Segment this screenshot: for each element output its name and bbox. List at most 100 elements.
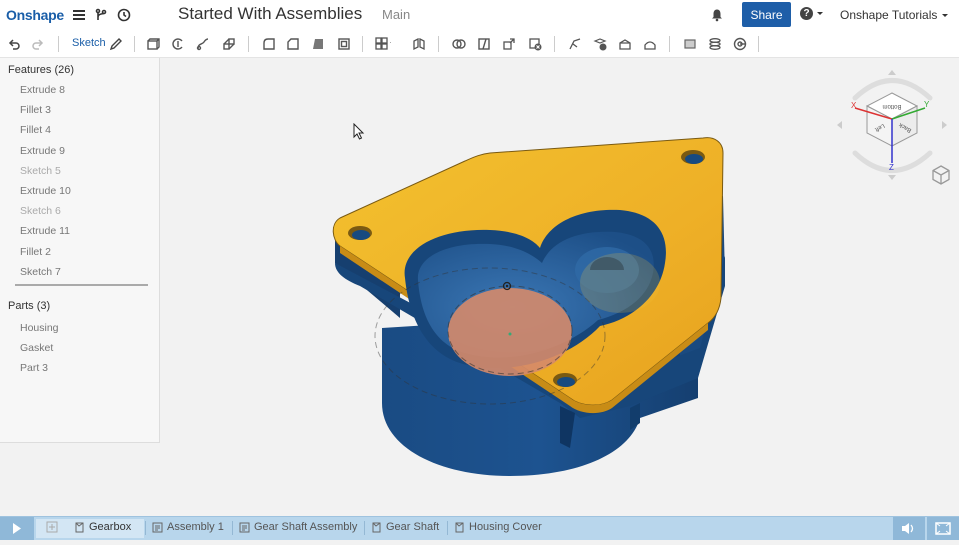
partstudio-icon <box>455 522 464 532</box>
feature-item[interactable]: Sketch 5 <box>20 165 61 177</box>
split-icon[interactable] <box>476 36 492 52</box>
draft-icon[interactable] <box>310 36 326 52</box>
delete-part-icon[interactable] <box>527 36 543 52</box>
feature-item[interactable]: Fillet 2 <box>20 246 51 258</box>
pattern-icon[interactable] <box>375 36 391 52</box>
sound-icon <box>902 523 914 534</box>
play-icon <box>13 523 21 534</box>
plane-icon[interactable] <box>682 36 698 52</box>
tab-gearbox[interactable]: Gearbox <box>74 521 131 533</box>
mate-connector-icon[interactable] <box>732 36 748 52</box>
fullscreen-button[interactable] <box>927 517 959 540</box>
axis-x-label: X <box>851 101 857 110</box>
parts-header[interactable]: Parts (3) <box>8 300 50 312</box>
document-title[interactable]: Started With Assemblies <box>178 4 362 24</box>
features-header[interactable]: Features (26) <box>8 64 74 76</box>
view-options-icon[interactable] <box>930 164 952 186</box>
tab-gear-shaft-assembly[interactable]: Gear Shaft Assembly <box>239 521 357 533</box>
toolbar-divider <box>134 36 135 52</box>
feature-item[interactable]: Fillet 4 <box>20 124 51 136</box>
feature-item[interactable]: Extrude 10 <box>20 185 71 197</box>
tab-divider <box>232 521 233 535</box>
feature-item[interactable]: Fillet 3 <box>20 104 51 116</box>
feature-item[interactable]: Sketch 7 <box>20 266 61 278</box>
tab-label: Gear Shaft <box>386 521 440 533</box>
feature-toolbar: Sketch <box>0 30 959 58</box>
branch-icon[interactable] <box>92 6 110 24</box>
toolbar-divider <box>669 36 670 52</box>
helix-icon[interactable] <box>707 36 723 52</box>
tab-divider <box>145 521 146 535</box>
assembly-icon <box>152 522 163 532</box>
onshape-logo[interactable]: Onshape <box>6 7 64 23</box>
part-item[interactable]: Gasket <box>20 342 53 354</box>
feature-list-panel: Features (26) Extrude 8 Fillet 3 Fillet 4 E… <box>0 58 160 443</box>
toolbar-divider <box>248 36 249 52</box>
sound-button[interactable] <box>893 517 925 540</box>
tab-housing-cover[interactable]: Housing Cover <box>454 521 542 533</box>
boolean-icon[interactable] <box>451 36 467 52</box>
axis-z-label: Z <box>889 163 894 172</box>
redo-icon[interactable] <box>30 36 46 52</box>
chevron-down-icon <box>817 11 823 15</box>
top-bar: Onshape Started With Assemblies Main Sha… <box>0 0 959 30</box>
toolbar-divider <box>554 36 555 52</box>
branch-label[interactable]: Main <box>382 7 410 22</box>
tab-label: Housing Cover <box>469 521 542 533</box>
axis-y-label: Y <box>924 100 930 109</box>
tab-bar: Gearbox Assembly 1 Gear Shaft Assembly Gear… <box>0 516 959 540</box>
history-icon[interactable] <box>115 6 133 24</box>
play-button[interactable] <box>0 517 34 540</box>
sweep-icon[interactable] <box>195 36 211 52</box>
toolbar-divider <box>58 36 59 52</box>
mirror-icon[interactable] <box>411 36 427 52</box>
toolbar-divider <box>758 36 759 52</box>
modify-fillet-icon[interactable] <box>567 36 583 52</box>
fullscreen-icon <box>935 522 951 535</box>
part-item[interactable]: Part 3 <box>20 362 48 374</box>
move-face-icon[interactable] <box>592 36 608 52</box>
tab-divider <box>364 521 365 535</box>
loft-icon[interactable] <box>221 36 237 52</box>
menu-icon[interactable] <box>70 6 88 24</box>
toolbar-divider <box>362 36 363 52</box>
tab-label: Gear Shaft Assembly <box>254 521 358 533</box>
mouse-cursor-icon <box>353 123 365 140</box>
cube-face-bottom: Bottom <box>882 103 901 109</box>
sketch-button[interactable]: Sketch <box>72 37 106 49</box>
tab-label: Gearbox <box>89 521 132 533</box>
share-button[interactable]: Share <box>742 2 791 27</box>
user-menu[interactable]: Onshape Tutorials <box>840 8 949 22</box>
shell-icon[interactable] <box>336 36 352 52</box>
replace-face-icon[interactable] <box>617 36 633 52</box>
fillet-icon[interactable] <box>261 36 277 52</box>
part-item[interactable]: Housing <box>20 322 59 334</box>
partstudio-icon <box>372 522 381 532</box>
tab-divider <box>447 521 448 535</box>
user-menu-label: Onshape Tutorials <box>840 8 938 22</box>
chamfer-icon[interactable] <box>285 36 301 52</box>
revolve-icon[interactable] <box>170 36 186 52</box>
undo-icon[interactable] <box>6 36 22 52</box>
graphics-viewport[interactable]: Bottom Left Back X Y Z <box>160 58 959 516</box>
chevron-down-icon <box>941 14 948 17</box>
tab-assembly-1[interactable]: Assembly 1 <box>152 521 224 533</box>
add-tab-icon[interactable] <box>46 521 58 533</box>
feature-item[interactable]: Extrude 9 <box>20 145 65 157</box>
offset-surface-icon[interactable] <box>642 36 658 52</box>
pencil-icon[interactable] <box>108 36 124 52</box>
tab-label: Assembly 1 <box>167 521 224 533</box>
feature-item[interactable]: Extrude 11 <box>20 225 70 237</box>
bell-icon[interactable] <box>708 6 726 24</box>
extrude-icon[interactable] <box>145 36 161 52</box>
toolbar-divider <box>438 36 439 52</box>
feature-item[interactable]: Extrude 8 <box>20 84 65 96</box>
feature-item[interactable]: Sketch 6 <box>20 205 61 217</box>
assembly-icon <box>239 522 250 532</box>
help-icon: ? <box>800 7 813 20</box>
rollback-bar[interactable] <box>15 284 148 286</box>
transform-icon[interactable] <box>501 36 517 52</box>
partstudio-icon <box>75 522 84 532</box>
help-menu[interactable]: ? <box>800 7 824 20</box>
tab-gear-shaft[interactable]: Gear Shaft <box>371 521 439 533</box>
